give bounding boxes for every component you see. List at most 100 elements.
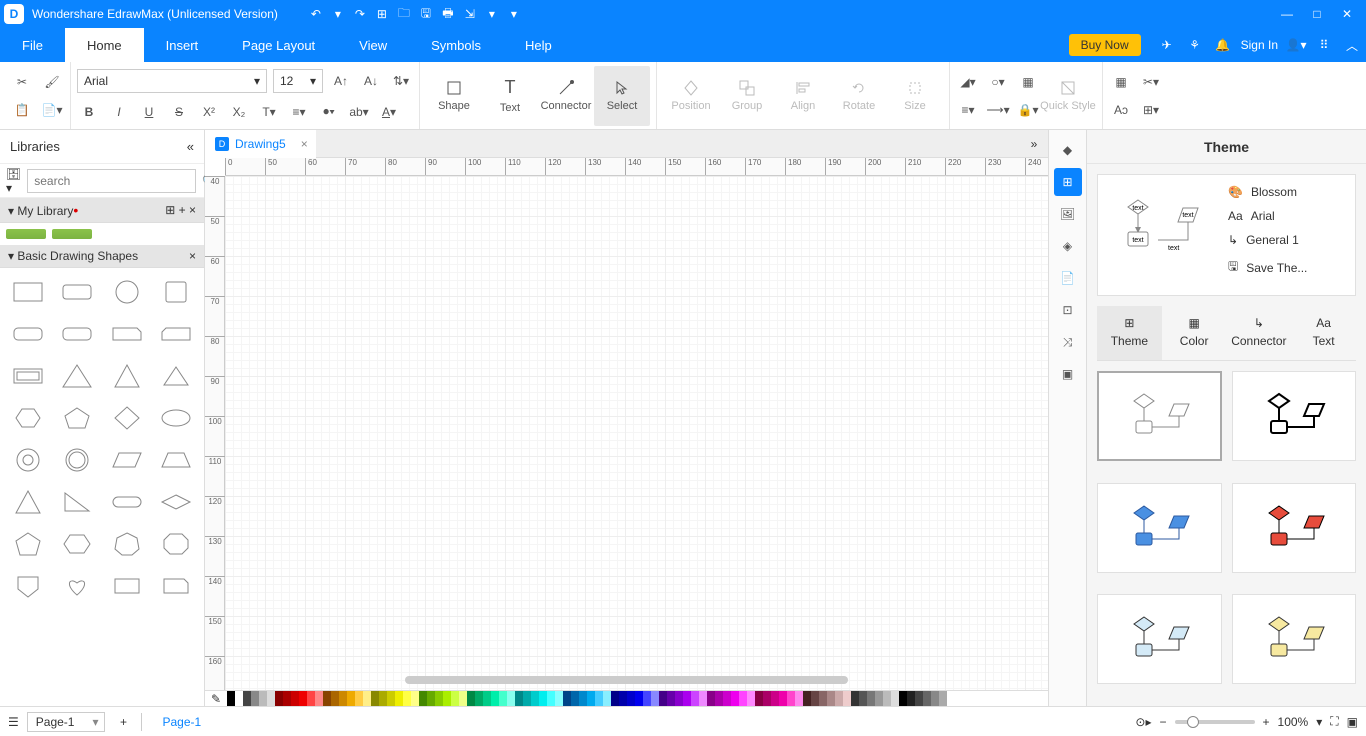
align-button[interactable]: Align	[775, 66, 831, 126]
position-button[interactable]: Position	[663, 66, 719, 126]
shape-triangle[interactable]	[56, 358, 100, 394]
color-swatch[interactable]	[787, 691, 795, 706]
user-icon[interactable]: 👤▾	[1282, 31, 1310, 59]
library-shape-item[interactable]	[52, 229, 92, 239]
quick-style-button[interactable]: Quick Style	[1040, 66, 1096, 126]
shape-triangle2[interactable]	[105, 358, 149, 394]
eyedropper-icon[interactable]: ✎	[205, 691, 227, 706]
color-swatch[interactable]	[259, 691, 267, 706]
color-swatch[interactable]	[811, 691, 819, 706]
add-lib-icon[interactable]: ⊞	[165, 203, 175, 217]
color-swatch[interactable]	[515, 691, 523, 706]
line-style-button[interactable]: ≡▾	[956, 99, 980, 121]
font-size-combo[interactable]: 12▾	[273, 69, 323, 93]
color-swatch[interactable]	[547, 691, 555, 706]
close-lib-icon[interactable]: ×	[189, 203, 196, 217]
increase-font-button[interactable]: A↑	[329, 70, 353, 92]
menu-insert[interactable]: Insert	[144, 28, 221, 62]
color-swatch[interactable]	[387, 691, 395, 706]
shadow-button[interactable]: ▦	[1016, 71, 1040, 93]
send-icon[interactable]: ✈	[1153, 31, 1181, 59]
color-swatch[interactable]	[595, 691, 603, 706]
undo-split-icon[interactable]: ▾	[330, 6, 346, 22]
shape-triangle-tall[interactable]	[6, 484, 50, 520]
page-tool-icon[interactable]: 📄	[1054, 264, 1082, 292]
collapse-right-panel-icon[interactable]: »	[1020, 137, 1048, 151]
fill-color-button[interactable]: ◢▾	[956, 71, 980, 93]
color-swatch[interactable]	[291, 691, 299, 706]
shape-rounded-rect[interactable]	[56, 274, 100, 310]
color-swatch[interactable]	[675, 691, 683, 706]
color-swatch[interactable]	[667, 691, 675, 706]
shape-heart[interactable]	[56, 568, 100, 604]
bullets-button[interactable]: ⦁▾	[317, 101, 341, 123]
shape-rounded-wide[interactable]	[6, 316, 50, 352]
color-swatch[interactable]	[523, 691, 531, 706]
color-swatch[interactable]	[507, 691, 515, 706]
redo-icon[interactable]: ↷	[352, 6, 368, 22]
color-swatch[interactable]	[275, 691, 283, 706]
color-swatch[interactable]	[715, 691, 723, 706]
color-swatch[interactable]	[611, 691, 619, 706]
theme-connector-option[interactable]: ↳General 1	[1228, 233, 1345, 247]
color-swatch[interactable]	[539, 691, 547, 706]
menu-page-layout[interactable]: Page Layout	[220, 28, 337, 62]
close-basic-icon[interactable]: ×	[189, 249, 196, 263]
theme-swatch[interactable]	[1232, 483, 1357, 573]
image-tool-icon[interactable]: 🖼	[1054, 200, 1082, 228]
theme-tab-connector[interactable]: ↳Connector	[1227, 306, 1292, 360]
shape-pill[interactable]	[105, 484, 149, 520]
minimize-button[interactable]: —	[1272, 0, 1302, 28]
export-split-icon[interactable]: ▾	[484, 6, 500, 22]
color-swatch[interactable]	[827, 691, 835, 706]
color-swatch[interactable]	[763, 691, 771, 706]
select-tool[interactable]: Select	[594, 66, 650, 126]
drawing-canvas[interactable]	[225, 176, 1048, 690]
color-swatch[interactable]	[843, 691, 851, 706]
color-swatch[interactable]	[747, 691, 755, 706]
shuffle-tool-icon[interactable]: ⤨	[1054, 328, 1082, 356]
shape-diamond[interactable]	[105, 400, 149, 436]
connector-tool[interactable]: Connector	[538, 66, 594, 126]
close-tab-icon[interactable]: ×	[301, 137, 308, 151]
collapse-ribbon-icon[interactable]: ︿	[1338, 31, 1366, 59]
color-swatch[interactable]	[771, 691, 779, 706]
color-swatch[interactable]	[851, 691, 859, 706]
color-swatch[interactable]	[251, 691, 259, 706]
color-swatch[interactable]	[235, 691, 243, 706]
theme-tab-text[interactable]: AaText	[1291, 306, 1356, 360]
shape-rect2[interactable]	[105, 568, 149, 604]
color-swatch[interactable]	[627, 691, 635, 706]
theme-swatch[interactable]	[1097, 483, 1222, 573]
shape-square[interactable]	[155, 274, 199, 310]
lock-button[interactable]: 🔒▾	[1016, 99, 1040, 121]
color-swatch[interactable]	[723, 691, 731, 706]
apps-icon[interactable]: ⠿	[1310, 31, 1338, 59]
signin-link[interactable]: Sign In	[1237, 31, 1282, 59]
shape-pentagon2[interactable]	[6, 526, 50, 562]
export-icon[interactable]: ⇲	[462, 6, 478, 22]
color-swatch[interactable]	[451, 691, 459, 706]
color-swatch[interactable]	[691, 691, 699, 706]
menu-file[interactable]: File	[0, 28, 65, 62]
shape-donut[interactable]	[6, 442, 50, 478]
color-swatch[interactable]	[427, 691, 435, 706]
shape-shield[interactable]	[6, 568, 50, 604]
shape-right-triangle[interactable]	[56, 484, 100, 520]
color-swatch[interactable]	[883, 691, 891, 706]
color-swatch[interactable]	[435, 691, 443, 706]
zoom-in-button[interactable]: +	[1263, 715, 1270, 729]
horiz-align-button[interactable]: ≡▾	[287, 101, 311, 123]
superscript-button[interactable]: X²	[197, 101, 221, 123]
color-swatch[interactable]	[683, 691, 691, 706]
text-tool[interactable]: TText	[482, 66, 538, 126]
shape-frame[interactable]	[6, 358, 50, 394]
color-swatch[interactable]	[619, 691, 627, 706]
layers-tool-icon[interactable]: ◈	[1054, 232, 1082, 260]
shape-tool[interactable]: Shape	[426, 66, 482, 126]
new-icon[interactable]: ⊞	[374, 6, 390, 22]
page-selector[interactable]: Page-1	[27, 712, 106, 732]
color-swatch[interactable]	[379, 691, 387, 706]
zoom-out-button[interactable]: −	[1159, 715, 1166, 729]
collapse-libraries-icon[interactable]: «	[187, 139, 194, 154]
